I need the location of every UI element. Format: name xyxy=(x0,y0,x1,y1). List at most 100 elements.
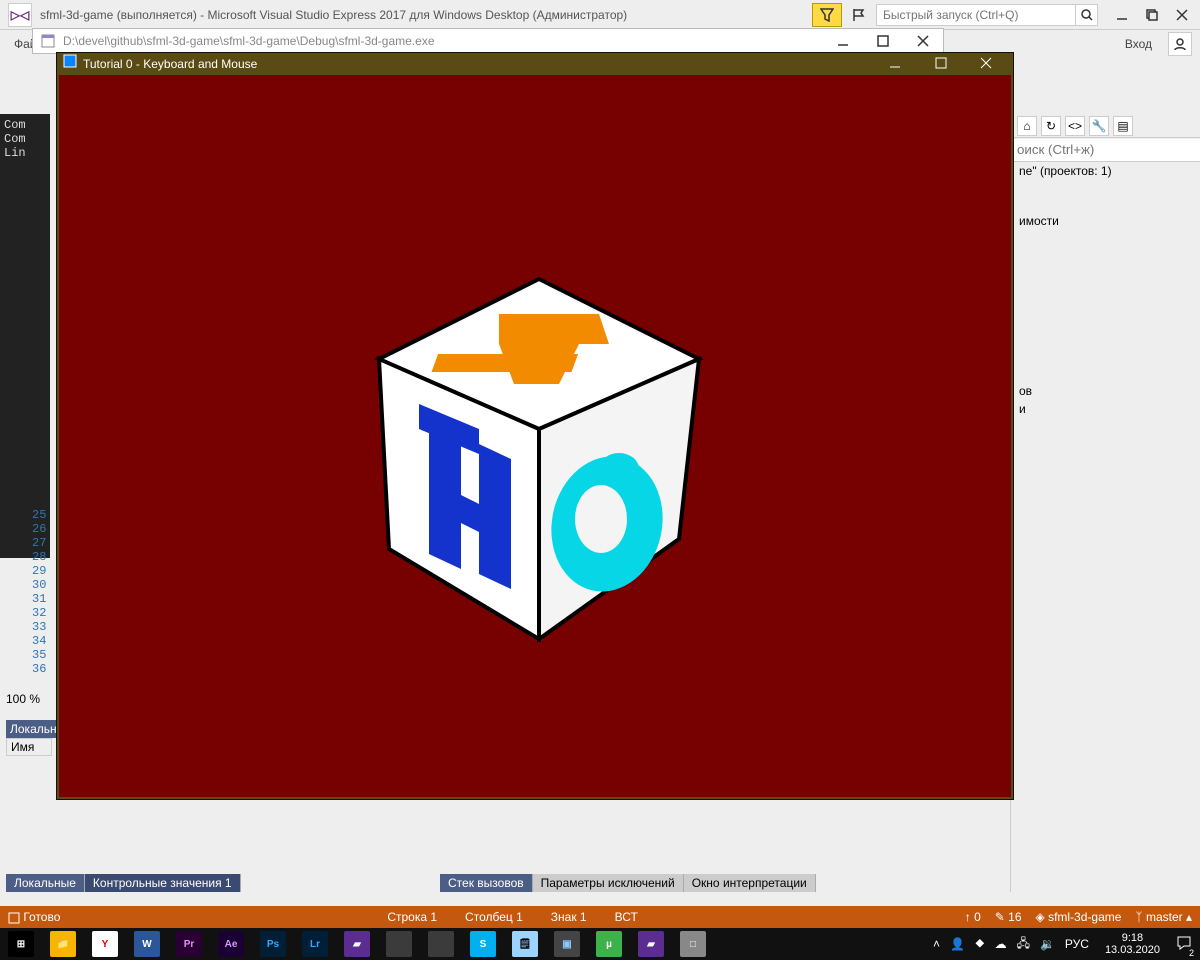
status-line: Строка 1 xyxy=(387,906,437,928)
publish-edits[interactable]: ✎ 16 xyxy=(995,906,1022,928)
console-minimize-button[interactable] xyxy=(823,29,863,53)
show-all-icon[interactable]: ▤ xyxy=(1113,116,1133,136)
status-char: Знак 1 xyxy=(551,906,587,928)
status-branch-name: master xyxy=(1146,910,1183,924)
tab-immediate[interactable]: Окно интерпретации xyxy=(684,874,816,892)
console-window-titlebar: D:\devel\github\sfml-3d-game\sfml-3d-gam… xyxy=(32,28,944,54)
tray-people-icon[interactable]: 👤 xyxy=(950,937,965,951)
line-number: 34 xyxy=(32,634,46,648)
notifications-funnel-icon[interactable] xyxy=(812,3,842,27)
status-insert: ВСТ xyxy=(615,906,638,928)
maximize-button[interactable] xyxy=(1138,3,1166,27)
home-icon[interactable]: ⌂ xyxy=(1017,116,1037,136)
publish-edit-count: 16 xyxy=(1008,910,1021,924)
console-maximize-button[interactable] xyxy=(863,29,903,53)
feedback-flag-icon[interactable] xyxy=(846,3,872,27)
locals-name-header: Имя xyxy=(6,738,52,756)
line-number: 29 xyxy=(32,564,46,578)
windows-taskbar: ⊞ 📁 YW Pr Ae Ps Lr ▰ S 🗒 ▣ µ ▰ □ ˄ 👤 ⯁ ☁ 🖧 🔉 РУС 9:1… xyxy=(0,928,1200,960)
game-window: Tutorial 0 - Keyboard and Mouse xyxy=(56,52,1014,800)
cube-render xyxy=(349,269,729,649)
taskbar-app-lightroom[interactable]: Lr xyxy=(302,931,328,957)
minimize-button[interactable] xyxy=(1108,3,1136,27)
taskbar-app-terminal[interactable]: ▣ xyxy=(554,931,580,957)
console-close-button[interactable] xyxy=(903,29,943,53)
editor-zoom[interactable]: 100 % xyxy=(6,692,40,706)
game-titlebar: Tutorial 0 - Keyboard and Mouse xyxy=(57,53,1013,75)
status-ready: Готово xyxy=(8,906,60,928)
quick-launch-input[interactable] xyxy=(876,4,1076,26)
line-number: 28 xyxy=(32,550,46,564)
line-number: 33 xyxy=(32,620,46,634)
console-path: D:\devel\github\sfml-3d-game\sfml-3d-gam… xyxy=(63,34,823,48)
tray-dropbox-icon[interactable]: ⯁ xyxy=(975,937,985,952)
refresh-icon[interactable]: ↻ xyxy=(1041,116,1061,136)
taskbar-app-premiere[interactable]: Pr xyxy=(176,931,202,957)
taskbar-app-visualstudio[interactable]: ▰ xyxy=(344,931,370,957)
tray-network-icon[interactable]: 🖧 xyxy=(1017,934,1030,955)
taskbar-app-intellij[interactable] xyxy=(428,931,454,957)
game-minimize-button[interactable] xyxy=(874,53,916,73)
taskbar-app-vs-running[interactable]: ▰ xyxy=(638,931,664,957)
tray-date: 13.03.2020 xyxy=(1105,944,1160,956)
game-maximize-button[interactable] xyxy=(920,53,962,73)
tray-time: 9:18 xyxy=(1122,932,1143,944)
close-button[interactable] xyxy=(1168,3,1196,27)
console-icon xyxy=(37,30,59,52)
status-project-name: sfml-3d-game xyxy=(1048,910,1121,924)
view-code-icon[interactable]: <> xyxy=(1065,116,1085,136)
solution-explorer: ⌂ ↻ <> 🔧 ▤ ne" (проектов: 1) имости ов и xyxy=(1010,114,1200,892)
taskbar-app-utorrent[interactable]: µ xyxy=(596,931,622,957)
tab-watch[interactable]: Контрольные значения 1 xyxy=(85,874,241,892)
tab-exceptions[interactable]: Параметры исключений xyxy=(533,874,684,892)
line-number: 31 xyxy=(32,592,46,606)
tab-locals[interactable]: Локальные xyxy=(6,874,85,892)
taskbar-app-skype[interactable]: S xyxy=(470,931,496,957)
tray-clock[interactable]: 9:18 13.03.2020 xyxy=(1099,932,1166,956)
tray-volume-icon[interactable]: 🔉 xyxy=(1040,937,1055,951)
login-link[interactable]: Вход xyxy=(1119,30,1158,58)
user-icon[interactable] xyxy=(1168,32,1192,56)
taskbar-app-sfml-running[interactable]: □ xyxy=(680,931,706,957)
search-icon[interactable] xyxy=(1076,4,1098,26)
status-ready-label: Готово xyxy=(23,910,60,924)
publish-up[interactable]: ↑ 0 xyxy=(965,906,981,928)
line-number: 25 xyxy=(32,508,46,522)
solution-projects[interactable]: ne" (проектов: 1) xyxy=(1011,162,1200,180)
line-number: 27 xyxy=(32,536,46,550)
game-title: Tutorial 0 - Keyboard and Mouse xyxy=(83,53,874,75)
system-tray: ˄ 👤 ⯁ ☁ 🖧 🔉 РУС 9:18 13.03.2020 2 xyxy=(925,932,1200,956)
tray-notif-count: 2 xyxy=(1187,948,1196,958)
taskbar-app-word[interactable]: W xyxy=(134,931,160,957)
taskbar-app-photoshop[interactable]: Ps xyxy=(260,931,286,957)
vs-logo-icon: ▷◁ xyxy=(8,3,32,27)
tray-notifications-icon[interactable]: 2 xyxy=(1176,935,1192,954)
tray-chevron-icon[interactable]: ˄ xyxy=(933,937,940,951)
solution-deps[interactable]: имости xyxy=(1011,212,1200,230)
publish-up-count: 0 xyxy=(974,910,981,924)
taskbar-app-explorer[interactable]: 📁 xyxy=(50,931,76,957)
line-number: 32 xyxy=(32,606,46,620)
status-branch[interactable]: ᛉ master ▴ xyxy=(1135,906,1192,928)
taskbar-app-pycharm[interactable] xyxy=(386,931,412,957)
debug-tabs-left: Локальные Контрольные значения 1 xyxy=(6,874,241,892)
debug-tabs-right: Стек вызовов Параметры исключений Окно и… xyxy=(440,874,816,892)
vs-titlebar: ▷◁ sfml-3d-game (выполняется) - Microsof… xyxy=(0,0,1200,30)
editor-line-numbers: 252627282930313233343536 xyxy=(32,508,46,676)
solution-search-input[interactable] xyxy=(1011,139,1200,161)
solution-node[interactable]: ов xyxy=(1011,382,1200,400)
taskbar-app-aftereffects[interactable]: Ae xyxy=(218,931,244,957)
taskbar-app-start[interactable]: ⊞ xyxy=(8,931,34,957)
game-viewport[interactable] xyxy=(59,75,1011,797)
game-icon xyxy=(63,53,77,75)
properties-icon[interactable]: 🔧 xyxy=(1089,116,1109,136)
tray-lang[interactable]: РУС xyxy=(1065,937,1089,951)
tray-cloud-icon[interactable]: ☁ xyxy=(995,937,1007,951)
taskbar-app-notes[interactable]: 🗒 xyxy=(512,931,538,957)
tab-callstack[interactable]: Стек вызовов xyxy=(440,874,533,892)
taskbar-app-yandex[interactable]: Y xyxy=(92,931,118,957)
game-close-button[interactable] xyxy=(965,53,1007,73)
line-number: 36 xyxy=(32,662,46,676)
status-project[interactable]: ◈ sfml-3d-game xyxy=(1036,906,1122,928)
solution-node[interactable]: и xyxy=(1011,400,1200,418)
